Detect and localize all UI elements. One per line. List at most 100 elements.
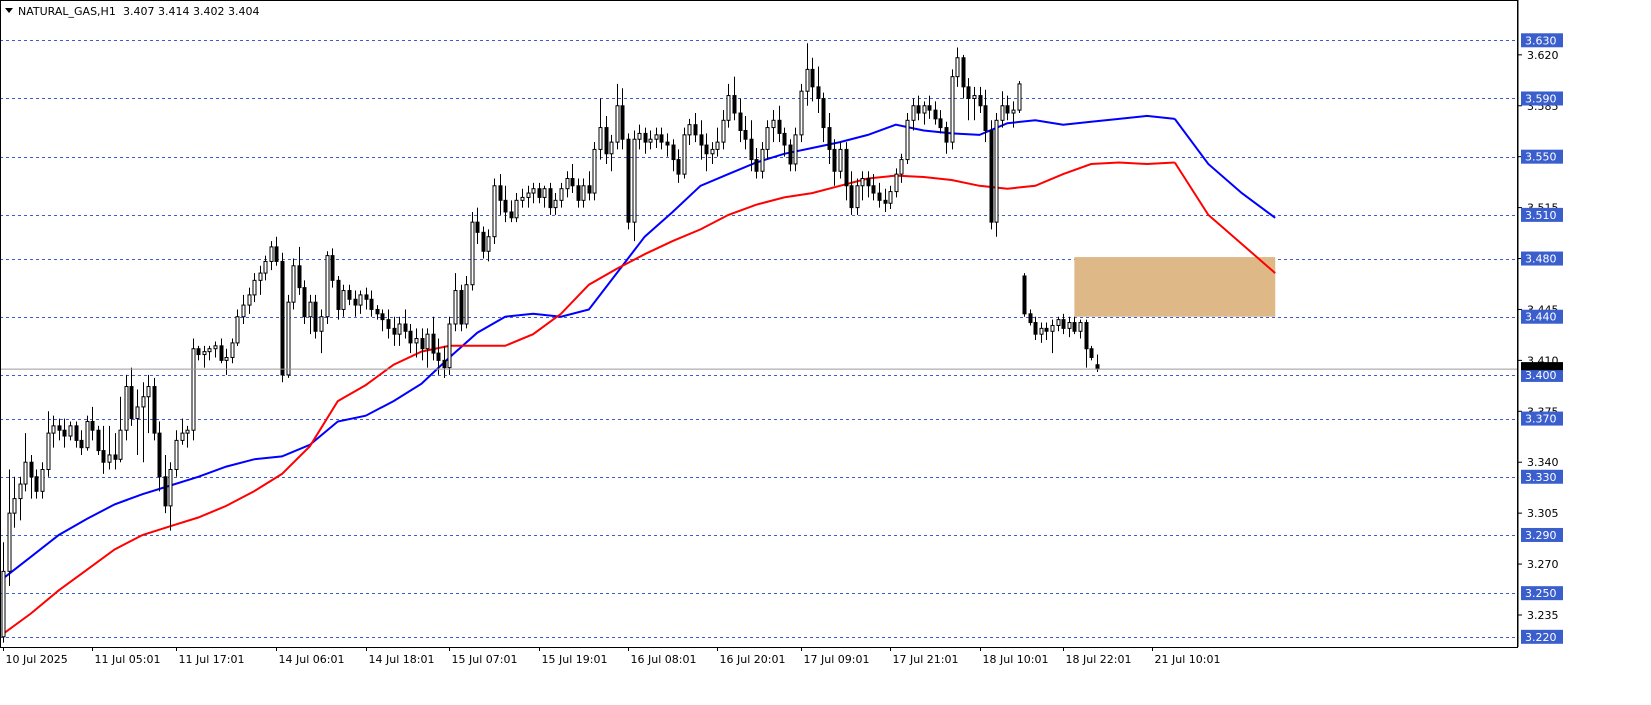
level-price-label: 3.400 (1525, 369, 1557, 382)
candle (626, 133, 631, 230)
candle-body-bull (180, 432, 185, 441)
candle-body-bull (425, 333, 430, 350)
time-tick-label: 14 Jul 18:01 (369, 653, 435, 666)
candle-body-bull (1011, 109, 1016, 114)
candle-body-bull (888, 191, 893, 204)
candle-body-bear (113, 454, 118, 460)
candle-body-bear (1022, 275, 1027, 315)
candle-body-bull (615, 105, 620, 143)
candle-body-bull (715, 141, 720, 150)
candle-body-bull (994, 119, 999, 223)
candle-body-bear (704, 144, 709, 155)
candle-body-bull (654, 134, 659, 140)
candle-body-bull (291, 265, 296, 303)
candle-body-bear (871, 185, 876, 194)
candle-body-bull (124, 386, 129, 431)
candle-body-bear (302, 287, 307, 318)
candle-body-bear (420, 338, 425, 350)
candle-body-bull (319, 316, 324, 332)
candle (682, 127, 687, 179)
candle-body-bull (581, 185, 586, 201)
price-tick-label: 3.235 (1527, 609, 1559, 622)
candle-body-bull (286, 301, 291, 376)
candle-body-bull (860, 178, 865, 187)
candle-body-bear (475, 221, 480, 233)
level-price-label: 3.480 (1525, 253, 1557, 266)
level-price-label: 3.370 (1525, 413, 1557, 426)
candle-body-bear (1095, 364, 1100, 370)
candle-body-bear (659, 134, 664, 143)
candle-body-bull (224, 356, 229, 361)
candle-body-bull (531, 188, 536, 194)
time-tick-label: 15 Jul 07:01 (452, 653, 518, 666)
candle-body-bear (347, 290, 352, 300)
candle-body-bull (905, 119, 910, 161)
candle-body-bear (576, 185, 581, 201)
candle-body-bull (526, 192, 531, 198)
candle-body-bull (51, 425, 56, 434)
candle-body-bull (46, 432, 51, 470)
candle-body-bull (1050, 324, 1055, 332)
candle-body-bear (938, 118, 943, 129)
candle-body-bull (230, 342, 235, 358)
candle-body-bear (101, 450, 106, 463)
candle-body-bear (738, 112, 743, 131)
candle (459, 284, 464, 332)
candle-body-bear (313, 301, 318, 332)
candle-body-bull (1078, 322, 1083, 332)
candle-body-bear (481, 231, 486, 252)
time-tick-label: 17 Jul 09:01 (804, 653, 870, 666)
candle-body-bear (503, 199, 508, 213)
candle-body-bear (944, 127, 949, 143)
candle-body-bull (520, 196, 525, 201)
candle-body-bull (648, 138, 653, 143)
candle-body-bear (431, 333, 436, 354)
candle-body-bull (559, 188, 564, 201)
candle-body-bear (1089, 348, 1094, 358)
candle-body-bear (983, 105, 988, 131)
candle-body-bull (118, 429, 123, 460)
candle-body-bull (1, 570, 6, 638)
time-tick-label: 11 Jul 05:01 (95, 653, 161, 666)
supply-zone-rect (1074, 257, 1276, 317)
candle-body-bear (90, 420, 95, 431)
candle-body-bull (1039, 327, 1044, 335)
candle-body-bull (793, 134, 798, 165)
candle-body-bull (721, 119, 726, 143)
time-tick-label: 18 Jul 22:01 (1066, 653, 1132, 666)
candle-body-bull (12, 498, 17, 514)
candle-body-bull (174, 439, 179, 470)
candle-body-bull (911, 105, 916, 121)
candle-body-bear (832, 148, 837, 172)
candle-body-bull (687, 124, 692, 136)
candle-body-bull (68, 425, 73, 437)
candle-body-bear (353, 298, 358, 306)
candle-body-bull (247, 294, 252, 306)
candle-body-bear (961, 57, 966, 88)
candle-body-bull (565, 178, 570, 190)
candle-body-bear (274, 246, 279, 262)
candle-body-bear (157, 432, 162, 478)
level-price-label: 3.250 (1525, 587, 1557, 600)
candle-body-bear (732, 95, 737, 114)
candle-body-bear (163, 476, 168, 507)
candle-body-bull (453, 290, 458, 325)
candle-body-bull (955, 57, 960, 78)
candle-body-bear (821, 97, 826, 129)
candle (989, 120, 994, 230)
candle-body-bear (96, 429, 101, 452)
candle-body-bull (899, 159, 904, 175)
candle-body-bear (693, 124, 698, 136)
candle-body-bull (1017, 83, 1022, 111)
candle-body-bull (258, 272, 263, 281)
candle-body-bear (643, 132, 648, 143)
candle-body-bear (57, 425, 62, 431)
candle-body-bull (1056, 319, 1061, 326)
candle (152, 377, 157, 441)
candle-body-bear (620, 105, 625, 140)
candle-body-bear (1072, 322, 1077, 332)
candle-body-bear (386, 319, 391, 329)
candle-body-bull (637, 132, 642, 140)
candle-body-bear (74, 425, 79, 441)
candle-body-bear (509, 211, 514, 219)
